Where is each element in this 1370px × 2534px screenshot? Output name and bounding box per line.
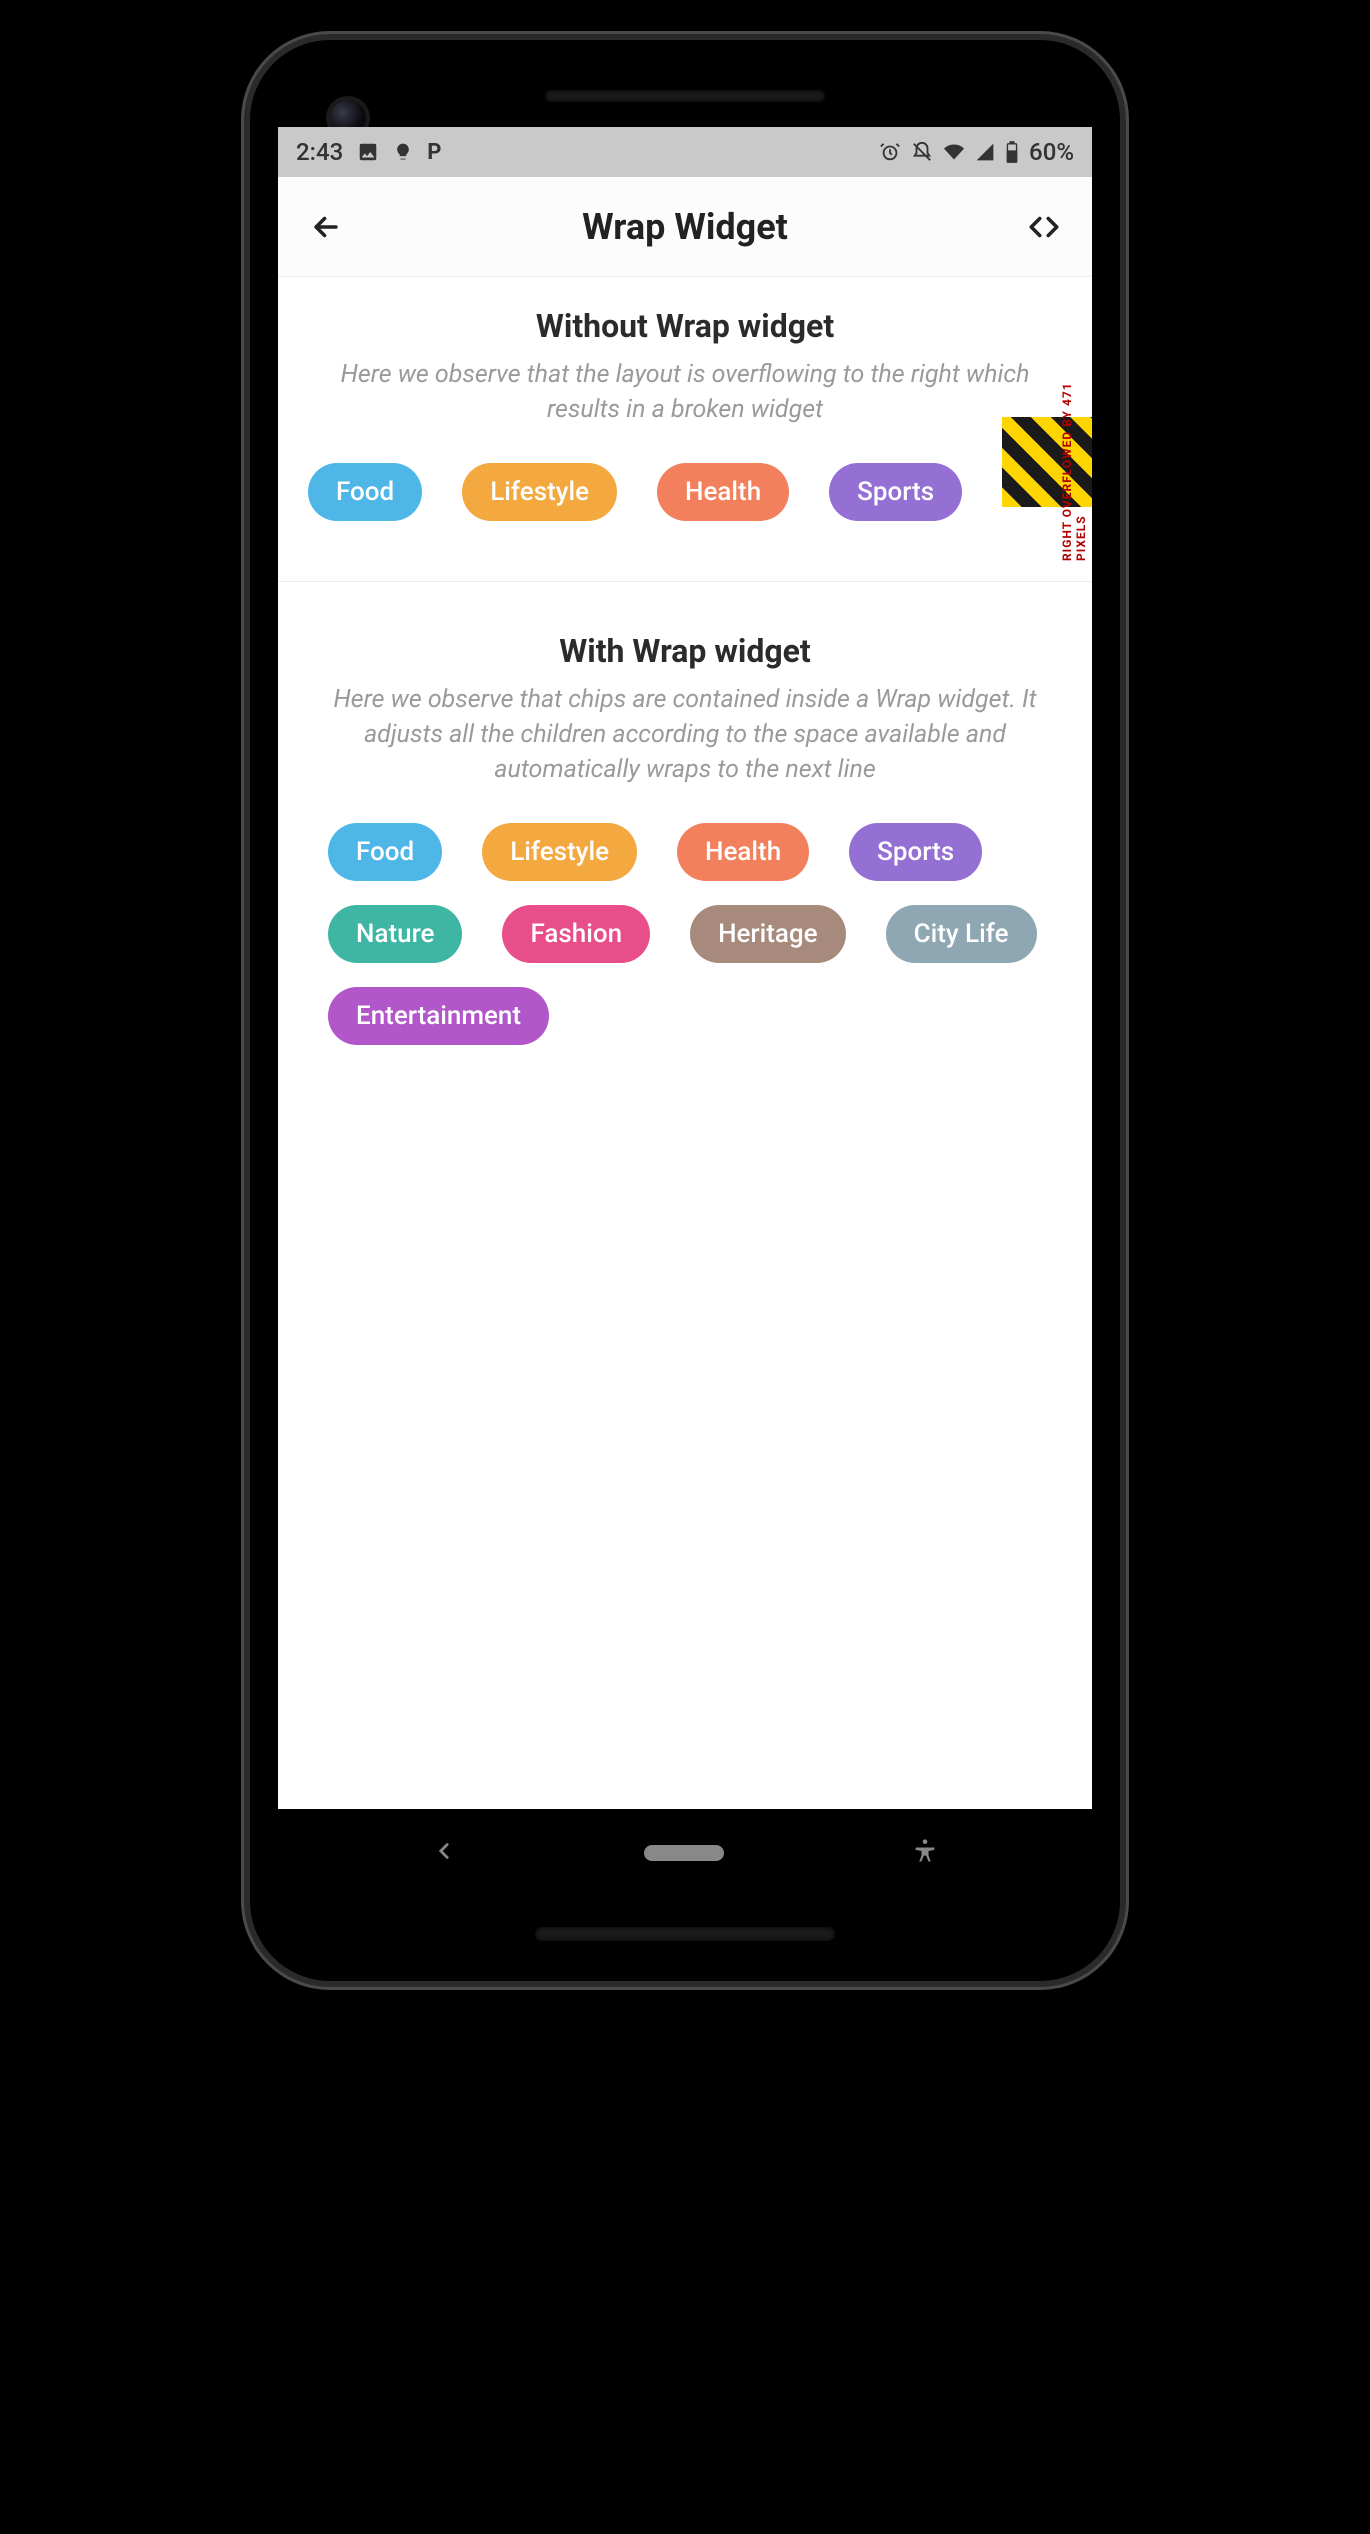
bulb-icon [393, 142, 413, 162]
nav-back-button[interactable] [431, 1838, 457, 1868]
chip-health[interactable]: Health [657, 463, 789, 521]
status-time: 2:43 [296, 138, 343, 166]
chips-row-nowrap: Food Lifestyle Health Sports [278, 463, 1092, 521]
section-without-wrap: Without Wrap widget Here we observe that… [278, 277, 1092, 561]
back-button[interactable] [302, 203, 350, 251]
image-icon [357, 141, 379, 163]
section-title: Without Wrap widget [278, 307, 1092, 345]
chip-heritage[interactable]: Heritage [690, 905, 846, 963]
nav-home-button[interactable] [644, 1845, 724, 1861]
chip-sports[interactable]: Sports [829, 463, 962, 521]
content-area: Without Wrap widget Here we observe that… [278, 277, 1092, 1809]
earpiece [545, 90, 825, 102]
chip-food[interactable]: Food [308, 463, 422, 521]
page-title: Wrap Widget [350, 206, 1020, 248]
battery-text: 60% [1029, 138, 1074, 166]
chip-health[interactable]: Health [677, 823, 809, 881]
chip-lifestyle[interactable]: Lifestyle [482, 823, 637, 881]
p-icon: P [427, 140, 441, 165]
status-right: 60% [879, 138, 1074, 166]
chips-row-wrap: Food Lifestyle Health Sports Nature Fashion He… [278, 823, 1092, 1045]
status-bar: 2:43 P [278, 127, 1092, 177]
section-desc: Here we observe that chips are contained… [278, 682, 1092, 787]
screen: 2:43 P [278, 127, 1092, 1897]
chip-city-life[interactable]: City Life [886, 905, 1037, 963]
nav-accessibility-button[interactable] [911, 1837, 939, 1869]
code-button[interactable] [1020, 203, 1068, 251]
signal-icon [975, 142, 995, 162]
chip-entertainment[interactable]: Entertainment [328, 987, 549, 1045]
chip-sports[interactable]: Sports [849, 823, 982, 881]
alarm-icon [879, 141, 901, 163]
chip-lifestyle[interactable]: Lifestyle [462, 463, 617, 521]
chip-nature[interactable]: Nature [328, 905, 462, 963]
section-title: With Wrap widget [278, 632, 1092, 670]
wifi-icon [943, 142, 965, 162]
overflow-warning-text: RIGHT OVERFLOWED BY 471 PIXELS [1060, 339, 1088, 561]
bottom-speaker [535, 1927, 835, 1941]
section-desc: Here we observe that the layout is overf… [278, 357, 1092, 427]
android-nav-bar [278, 1809, 1092, 1897]
status-left: 2:43 P [296, 138, 441, 166]
section-with-wrap: With Wrap widget Here we observe that ch… [278, 581, 1092, 1085]
chip-fashion[interactable]: Fashion [502, 905, 650, 963]
phone-frame: 2:43 P [250, 40, 1120, 1981]
battery-icon [1005, 141, 1019, 163]
mute-icon [911, 141, 933, 163]
app-bar: Wrap Widget [278, 177, 1092, 277]
chip-food[interactable]: Food [328, 823, 442, 881]
